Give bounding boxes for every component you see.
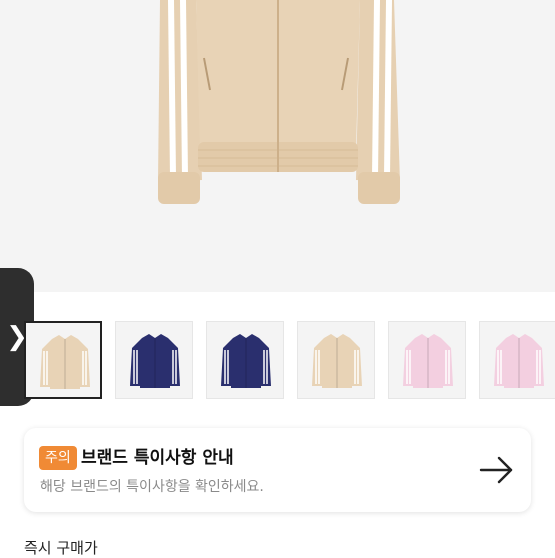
product-thumbnail[interactable] — [297, 321, 375, 399]
product-thumbnail[interactable] — [479, 321, 555, 399]
product-main-image[interactable] — [0, 0, 555, 292]
brand-notice-card[interactable]: 주의 브랜드 특이사항 안내 해당 브랜드의 특이사항을 확인하세요. — [24, 428, 531, 512]
jacket-thumbnail-image — [403, 334, 453, 388]
warning-badge: 주의 — [39, 446, 77, 470]
jacket-thumbnail-image — [130, 334, 180, 388]
jacket-thumbnail-image — [494, 334, 544, 388]
jacket-image — [158, 0, 400, 204]
instant-buy-price-label: 즉시 구매가 — [24, 539, 98, 557]
jacket-thumbnail-image — [40, 335, 90, 389]
notice-subtitle: 해당 브랜드의 특이사항을 확인하세요. — [40, 479, 264, 495]
jacket-thumbnail-image — [312, 334, 362, 388]
product-thumbnail[interactable] — [24, 321, 102, 399]
product-thumbnail[interactable] — [388, 321, 466, 399]
notice-title: 브랜드 특이사항 안내 — [81, 448, 234, 468]
jacket-thumbnail-image — [221, 334, 271, 388]
product-thumbnail[interactable] — [115, 321, 193, 399]
product-thumbnail[interactable] — [206, 321, 284, 399]
thumbnail-strip — [0, 320, 555, 402]
arrow-right-icon[interactable] — [477, 450, 517, 490]
